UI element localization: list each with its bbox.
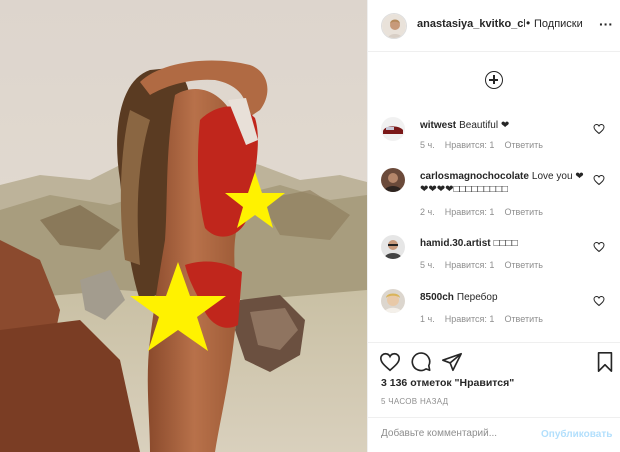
reply-button[interactable]: Ответить — [504, 314, 542, 324]
comment-text: 8500ch Перебор — [420, 291, 588, 304]
commenter-avatar[interactable] — [381, 235, 405, 259]
comment-likes[interactable]: Нравится: 1 — [445, 140, 495, 150]
comment-likes[interactable]: Нравится: 1 — [445, 207, 495, 217]
header-separator: • — [526, 16, 531, 30]
comment-username[interactable]: witwest — [420, 120, 456, 131]
comment-text: hamid.30.artist □□□□ — [420, 237, 588, 250]
comment-body: Перебор — [456, 292, 498, 303]
share-paper-plane-icon[interactable] — [441, 351, 463, 373]
reply-button[interactable]: Ответить — [504, 260, 542, 270]
comment-text: witwest Beautiful ❤ — [420, 119, 588, 132]
comment-body: Beautiful ❤ — [459, 120, 510, 131]
comment-time[interactable]: 5 ч. — [420, 140, 435, 150]
comment-item: carlosmagnochocolate Love you ❤❤❤❤❤□□□□□□… — [368, 168, 620, 218]
plus-circle-icon[interactable] — [485, 71, 503, 89]
comment-likes[interactable]: Нравится: 1 — [445, 260, 495, 270]
post-photo[interactable] — [0, 0, 367, 452]
reply-button[interactable]: Ответить — [504, 140, 542, 150]
comment-text: carlosmagnochocolate Love you ❤❤❤❤❤□□□□□□… — [420, 170, 588, 196]
comment-meta: 1 ч. Нравится: 1 Ответить — [420, 314, 553, 324]
heart-icon[interactable] — [593, 174, 605, 186]
comment-item: witwest Beautiful ❤ 5 ч. Нравится: 1 Ответи… — [368, 117, 620, 167]
author-avatar[interactable] — [381, 13, 407, 39]
comment-likes[interactable]: Нравится: 1 — [445, 314, 495, 324]
comment-username[interactable]: carlosmagnochocolate — [420, 171, 529, 182]
post-comment-button[interactable]: Опубликовать — [541, 429, 612, 440]
post-header: anastasiya_kvitko_clul • Подписки ··· — [368, 0, 620, 52]
bookmark-icon[interactable] — [594, 351, 616, 373]
comment-input[interactable] — [381, 428, 531, 439]
following-button[interactable]: Подписки — [534, 18, 583, 30]
comment-meta: 2 ч. Нравится: 1 Ответить — [420, 207, 553, 217]
heart-icon[interactable] — [593, 123, 605, 135]
post-image — [0, 0, 367, 452]
author-username[interactable]: anastasiya_kvitko_clul — [417, 18, 525, 30]
post-side-panel: anastasiya_kvitko_clul • Подписки ··· wi… — [367, 0, 620, 452]
more-horizontal-icon[interactable]: ··· — [599, 16, 613, 32]
comment-username[interactable]: hamid.30.artist — [420, 238, 491, 249]
comment-body: □□□□ — [493, 238, 518, 249]
comment-bubble-icon[interactable] — [410, 351, 432, 373]
comment-time[interactable]: 5 ч. — [420, 260, 435, 270]
commenter-avatar[interactable] — [381, 168, 405, 192]
add-comment-bar: Опубликовать — [368, 417, 620, 452]
comment-time[interactable]: 1 ч. — [420, 314, 435, 324]
comment-username[interactable]: 8500ch — [420, 292, 454, 303]
like-heart-icon[interactable] — [379, 351, 401, 373]
comment-meta: 5 ч. Нравится: 1 Ответить — [420, 260, 553, 270]
comment-item: 8500ch Перебор 1 ч. Нравится: 1 Ответить — [368, 289, 620, 339]
commenter-avatar[interactable] — [381, 289, 405, 313]
post-timestamp[interactable]: 5 ЧАСОВ НАЗАД — [381, 397, 448, 406]
comment-item: hamid.30.artist □□□□ 5 ч. Нравится: 1 Ответ… — [368, 235, 620, 285]
reply-button[interactable]: Ответить — [504, 207, 542, 217]
heart-icon[interactable] — [593, 241, 605, 253]
heart-icon[interactable] — [593, 295, 605, 307]
commenter-avatar[interactable] — [381, 117, 405, 141]
comment-time[interactable]: 2 ч. — [420, 207, 435, 217]
comment-meta: 5 ч. Нравится: 1 Ответить — [420, 140, 553, 150]
likes-count[interactable]: 3 136 отметок "Нравится" — [381, 377, 514, 389]
